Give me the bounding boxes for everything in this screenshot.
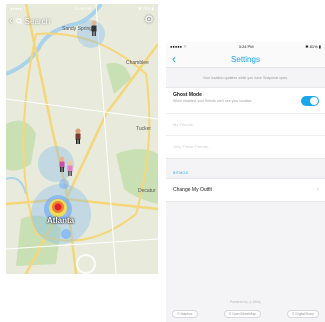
status-battery: ✱ 73% ▮ (138, 6, 154, 11)
attribution-link[interactable]: © DigitalGlobe (287, 310, 319, 318)
visibility-card: Ghost Mode When enabled, your friends ca… (166, 87, 325, 159)
gear-icon[interactable]: ⚙ (143, 14, 155, 26)
chevron-left-icon[interactable]: ‹ (9, 15, 13, 27)
bitmoji-avatar[interactable] (74, 128, 82, 144)
powered-by-footer: Powered by ◎ Zenly (229, 300, 262, 304)
option-label: My Friends (173, 122, 193, 127)
option-label: Only These Friends... (173, 144, 212, 149)
status-bar: ●●●●● ⌔ 3:24 PM ✱ 81% ▮ (166, 42, 325, 51)
ghost-mode-subtitle: When enabled, your friends can't see you… (173, 99, 253, 103)
bitmoji-avatar[interactable] (90, 20, 98, 36)
place-label-atlanta: Atlanta (47, 216, 75, 225)
location-description: Your location updates while you have Sna… (202, 76, 289, 80)
ghost-mode-toggle[interactable] (301, 96, 319, 106)
attribution-link[interactable]: © Mapbox (172, 310, 198, 318)
search-icon (15, 17, 23, 25)
change-outfit-row[interactable]: Change My Outfit › (166, 179, 325, 201)
search-bar[interactable]: ‹ Search (9, 14, 50, 28)
section-header-bitmoji: BITMOJI (173, 171, 189, 175)
chevron-left-icon[interactable]: ‹ (172, 52, 176, 66)
snap-map-screen: ●●●●● ⌔ 12:09 PM ✱ 73% ▮ ‹ Search ⚙ Sand… (6, 4, 158, 274)
bitmoji-avatar[interactable] (66, 160, 74, 176)
map-canvas[interactable] (6, 4, 158, 274)
status-bar: ●●●●● ⌔ 12:09 PM ✱ 73% ▮ (6, 4, 158, 13)
option-my-friends: My Friends (166, 114, 325, 136)
place-label-tucker: Tucker (136, 126, 152, 132)
status-time: 12:09 PM (74, 6, 92, 11)
page-title: Settings (231, 54, 260, 64)
attribution-link[interactable]: © OpenStreetMap (223, 310, 261, 318)
option-only-these-friends: Only These Friends... (166, 136, 325, 158)
camera-shutter-button[interactable] (76, 254, 96, 274)
bitmoji-avatar[interactable] (58, 156, 66, 172)
ghost-mode-row[interactable]: Ghost Mode When enabled, your friends ca… (166, 88, 325, 114)
search-label: Search (24, 16, 51, 26)
status-carrier: ●●●●● ⌔ (10, 5, 27, 11)
nav-bar: ‹ Settings (166, 51, 325, 68)
place-label-decatur: Decatur (138, 188, 156, 194)
change-outfit-label: Change My Outfit (173, 187, 212, 193)
bitmoji-card: Change My Outfit › (166, 178, 325, 202)
place-label-chamblee: Chamblee (126, 60, 149, 66)
map-settings-screen: ●●●●● ⌔ 3:24 PM ✱ 81% ▮ ‹ Settings Your … (166, 42, 325, 322)
chevron-right-icon: › (317, 187, 319, 193)
ghost-mode-title: Ghost Mode (173, 92, 202, 98)
status-carrier: ●●●●● ⌔ (170, 43, 187, 49)
status-time: 3:24 PM (238, 44, 254, 49)
attribution-links: © Mapbox © OpenStreetMap © DigitalGlobe (172, 310, 319, 318)
status-battery: ✱ 81% ▮ (305, 44, 321, 49)
